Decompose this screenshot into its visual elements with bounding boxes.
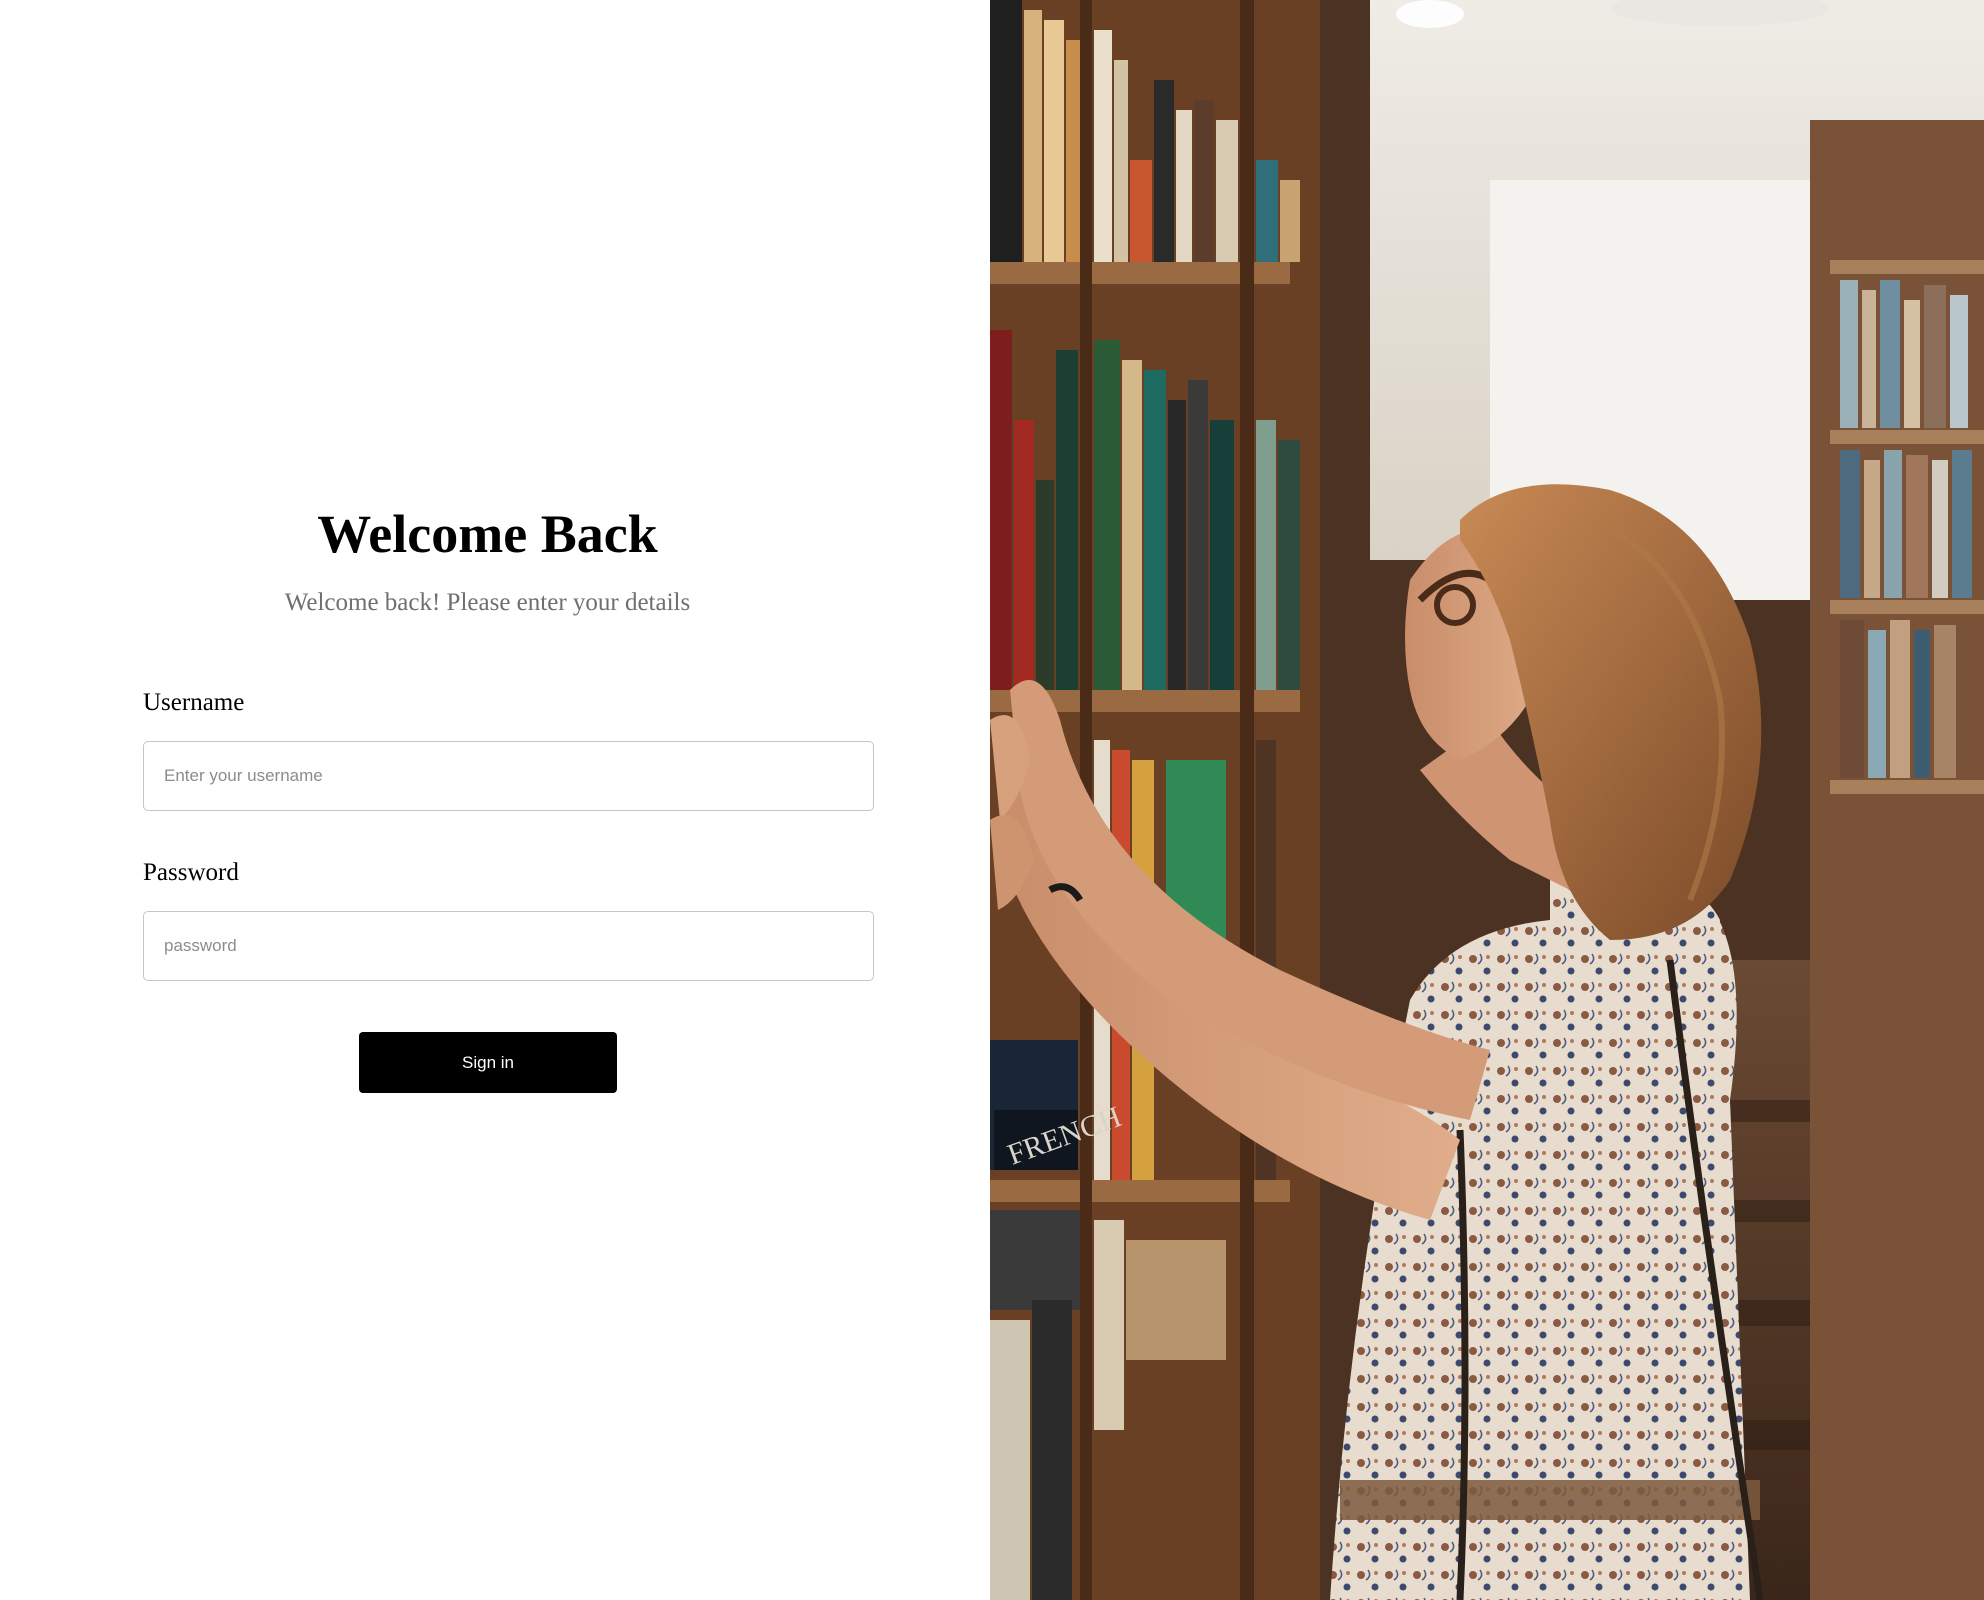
hero-image: FRENCH — [990, 0, 1984, 1600]
login-page: Welcome Back Welcome back! Please enter … — [0, 0, 1984, 1600]
page-title: Welcome Back — [317, 504, 658, 564]
sign-in-button[interactable]: Sign in — [359, 1032, 617, 1093]
username-input[interactable] — [143, 741, 874, 811]
username-label: Username — [143, 689, 245, 716]
library-photo: FRENCH — [990, 0, 1984, 1600]
page-subtitle: Welcome back! Please enter your details — [284, 589, 691, 616]
login-panel: Welcome Back Welcome back! Please enter … — [0, 0, 990, 1600]
password-label: Password — [143, 859, 239, 886]
password-input[interactable] — [143, 911, 874, 981]
